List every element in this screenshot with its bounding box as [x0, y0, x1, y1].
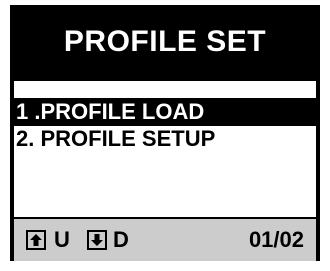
footer-bar: U D 01/02 [14, 219, 316, 261]
page-indicator: 01/02 [248, 227, 304, 252]
screen-title: PROFILE SET [10, 5, 320, 79]
arrow-down-key-icon[interactable] [87, 230, 107, 250]
arrow-up-glyph-icon [30, 234, 42, 246]
menu-item-profile-setup[interactable]: 2. PROFILE SETUP [14, 125, 316, 153]
arrow-down-glyph-icon [91, 234, 103, 246]
menu-item-profile-load[interactable]: 1 .PROFILE LOAD [14, 98, 316, 126]
down-key-label: D [113, 227, 129, 252]
lcd-screen: PROFILE SET 1 .PROFILE LOAD 2. PROFILE S… [10, 5, 320, 261]
up-key-label: U [54, 227, 70, 252]
menu-list: 1 .PROFILE LOAD 2. PROFILE SETUP [14, 81, 316, 217]
arrow-up-key-icon[interactable] [26, 230, 46, 250]
